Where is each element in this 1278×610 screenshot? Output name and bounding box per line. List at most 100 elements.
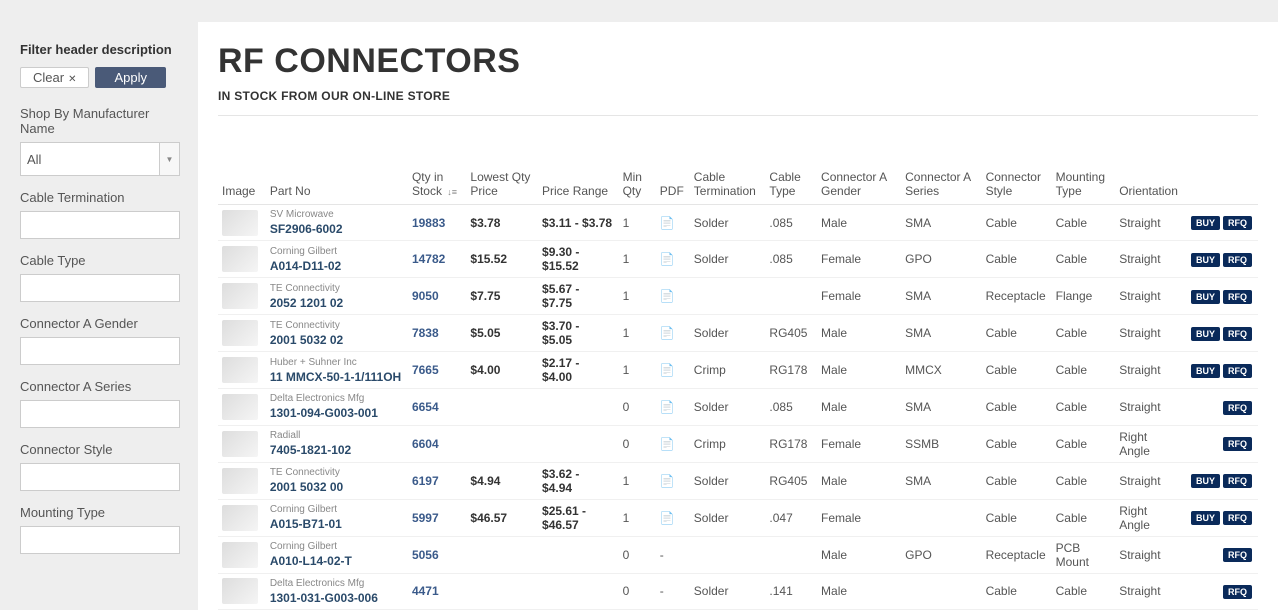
qty-in-stock[interactable]: 14782 (412, 252, 445, 266)
col-mount[interactable]: Mounting Type (1052, 166, 1116, 205)
part-number-link[interactable]: 2001 5032 00 (270, 480, 402, 494)
product-thumbnail[interactable] (222, 246, 258, 272)
col-lowest[interactable]: Lowest Qty Price (466, 166, 538, 205)
product-thumbnail[interactable] (222, 357, 258, 383)
cell-style: Cable (982, 241, 1052, 278)
pdf-icon[interactable]: 📄 (660, 326, 675, 340)
product-thumbnail[interactable] (222, 542, 258, 568)
min-qty: 1 (619, 241, 656, 278)
buy-button[interactable]: BUY (1191, 327, 1220, 341)
pdf-icon[interactable]: 📄 (660, 474, 675, 488)
part-number-link[interactable]: SF2906-6002 (270, 222, 402, 236)
top-band (0, 0, 1278, 22)
qty-in-stock[interactable]: 19883 (412, 216, 445, 230)
qty-in-stock[interactable]: 6654 (412, 400, 439, 414)
pdf-cell: 📄 (656, 499, 690, 536)
rfq-button[interactable]: RFQ (1223, 585, 1252, 599)
product-thumbnail[interactable] (222, 468, 258, 494)
col-gender[interactable]: Connector A Gender (817, 166, 901, 205)
buy-button[interactable]: BUY (1191, 511, 1220, 525)
col-series[interactable]: Connector A Series (901, 166, 981, 205)
buy-button[interactable]: BUY (1191, 290, 1220, 304)
cell-term: Crimp (690, 352, 766, 389)
pdf-icon[interactable]: 📄 (660, 216, 675, 230)
clear-button[interactable]: Clear (20, 67, 89, 88)
col-ctype[interactable]: Cable Type (765, 166, 817, 205)
pdf-icon[interactable]: 📄 (660, 289, 675, 303)
product-thumbnail[interactable] (222, 210, 258, 236)
cell-orient: Straight (1115, 536, 1184, 573)
qty-in-stock[interactable]: 7665 (412, 363, 439, 377)
part-number-link[interactable]: A015-B71-01 (270, 517, 402, 531)
rfq-button[interactable]: RFQ (1223, 511, 1252, 525)
close-icon (68, 70, 76, 85)
col-part[interactable]: Part No (266, 166, 408, 205)
part-number-link[interactable]: 2052 1201 02 (270, 296, 402, 310)
part-number-link[interactable]: 1301-031-G003-006 (270, 591, 402, 605)
apply-button[interactable]: Apply (95, 67, 166, 88)
filter-input[interactable] (20, 337, 180, 365)
buy-button[interactable]: BUY (1191, 216, 1220, 230)
qty-in-stock[interactable]: 6197 (412, 474, 439, 488)
filter-input[interactable] (20, 211, 180, 239)
qty-in-stock[interactable]: 5056 (412, 548, 439, 562)
product-thumbnail[interactable] (222, 505, 258, 531)
manufacturer-select[interactable]: All▼ (20, 142, 180, 176)
product-thumbnail[interactable] (222, 394, 258, 420)
part-number-link[interactable]: 11 MMCX-50-1-1/111OH (270, 370, 402, 384)
col-qty[interactable]: Qty in Stock ↓≡ (408, 166, 466, 205)
action-cell: BUYRFQ (1184, 352, 1258, 389)
part-number-link[interactable]: 2001 5032 02 (270, 333, 402, 347)
cell-term: Solder (690, 573, 766, 609)
filter-label: Cable Termination (20, 190, 180, 205)
rfq-button[interactable]: RFQ (1223, 401, 1252, 415)
col-term[interactable]: Cable Termination (690, 166, 766, 205)
buy-button[interactable]: BUY (1191, 474, 1220, 488)
pdf-icon[interactable]: 📄 (660, 511, 675, 525)
pdf-icon[interactable]: 📄 (660, 363, 675, 377)
rfq-button[interactable]: RFQ (1223, 548, 1252, 562)
part-number-link[interactable]: 7405-1821-102 (270, 443, 402, 457)
product-thumbnail[interactable] (222, 320, 258, 346)
rfq-button[interactable]: RFQ (1223, 474, 1252, 488)
buy-button[interactable]: BUY (1191, 364, 1220, 378)
cell-gender: Female (817, 278, 901, 315)
qty-in-stock[interactable]: 6604 (412, 437, 439, 451)
filter-input[interactable] (20, 526, 180, 554)
pdf-icon[interactable]: 📄 (660, 252, 675, 266)
filter-input[interactable] (20, 274, 180, 302)
pdf-icon[interactable]: 📄 (660, 437, 675, 451)
qty-in-stock[interactable]: 5997 (412, 511, 439, 525)
col-pdf[interactable]: PDF (656, 166, 690, 205)
rfq-button[interactable]: RFQ (1223, 364, 1252, 378)
filter-input[interactable] (20, 400, 180, 428)
pdf-icon[interactable]: 📄 (660, 400, 675, 414)
product-thumbnail[interactable] (222, 283, 258, 309)
buy-button[interactable]: BUY (1191, 253, 1220, 267)
cell-term: Crimp (690, 425, 766, 462)
action-cell: RFQ (1184, 573, 1258, 609)
rfq-button[interactable]: RFQ (1223, 216, 1252, 230)
col-style[interactable]: Connector Style (982, 166, 1052, 205)
qty-in-stock[interactable]: 9050 (412, 289, 439, 303)
cell-mount: Cable (1052, 205, 1116, 241)
rfq-button[interactable]: RFQ (1223, 290, 1252, 304)
col-range[interactable]: Price Range (538, 166, 619, 205)
cell-mount: Cable (1052, 573, 1116, 609)
filter-input[interactable] (20, 463, 180, 491)
cell-style: Receptacle (982, 278, 1052, 315)
manufacturer-name: TE Connectivity (270, 320, 402, 331)
min-qty: 0 (619, 425, 656, 462)
col-image[interactable]: Image (218, 166, 266, 205)
rfq-button[interactable]: RFQ (1223, 253, 1252, 267)
qty-in-stock[interactable]: 7838 (412, 326, 439, 340)
col-orient[interactable]: Orientation (1115, 166, 1184, 205)
rfq-button[interactable]: RFQ (1223, 327, 1252, 341)
col-min[interactable]: Min Qty (619, 166, 656, 205)
product-thumbnail[interactable] (222, 578, 258, 604)
part-number-link[interactable]: A014-D11-02 (270, 259, 402, 273)
rfq-button[interactable]: RFQ (1223, 437, 1252, 451)
product-thumbnail[interactable] (222, 431, 258, 457)
part-number-link[interactable]: A010-L14-02-T (270, 554, 402, 568)
part-number-link[interactable]: 1301-094-G003-001 (270, 406, 402, 420)
